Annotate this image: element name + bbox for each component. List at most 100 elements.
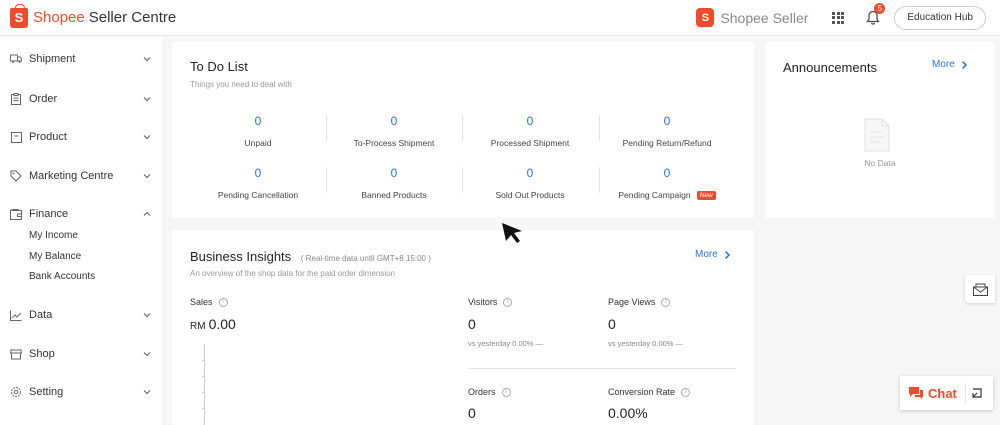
todo-count: 0 bbox=[663, 166, 671, 180]
conversion-rate-value: 0.00% bbox=[608, 405, 648, 421]
conversion-rate-label: Conversion Rate i bbox=[608, 387, 691, 397]
insights-subtitle: ( Real-time data until GMT+8 15:00 ) bbox=[300, 254, 431, 263]
orders-label: Orders i bbox=[468, 387, 511, 397]
todo-title: To Do List bbox=[190, 59, 248, 74]
info-icon[interactable]: i bbox=[681, 387, 691, 397]
page-views-comparison: vs yesterday 0.00% — bbox=[608, 339, 684, 348]
todo-label: Processed Shipment bbox=[490, 138, 570, 148]
sidebar-item-setting[interactable]: Setting bbox=[10, 382, 152, 402]
sidebar-item-marketing-centre[interactable]: Marketing Centre bbox=[10, 166, 152, 186]
message-inbox-button[interactable] bbox=[965, 275, 995, 303]
business-insights-card: Business Insights ( Real-time data until… bbox=[172, 230, 754, 425]
page-views-value: 0 bbox=[608, 316, 616, 332]
empty-document-icon bbox=[864, 118, 890, 152]
sidebar-item-label: Setting bbox=[29, 386, 64, 398]
todo-item-to-process-shipment[interactable]: 0 To-Process Shipment bbox=[326, 114, 462, 148]
no-data-text: No Data bbox=[864, 158, 896, 168]
todo-count: 0 bbox=[390, 114, 398, 128]
sidebar-item-label: Data bbox=[29, 309, 53, 321]
wallet-icon bbox=[10, 208, 22, 220]
mouse-cursor-icon bbox=[502, 223, 522, 243]
divider bbox=[468, 368, 736, 369]
sales-label: Sales i bbox=[190, 297, 228, 307]
visitors-comparison: vs yesterday 0.00% — bbox=[468, 339, 544, 348]
info-icon[interactable]: i bbox=[218, 297, 228, 307]
visitors-value: 0 bbox=[468, 316, 476, 332]
announcements-card: Announcements More No Data bbox=[765, 42, 995, 218]
gear-icon bbox=[10, 386, 22, 398]
sidebar-item-label: Product bbox=[29, 131, 67, 143]
sidebar-item-data[interactable]: Data bbox=[10, 305, 152, 325]
todo-list-card: To Do List Things you need to deal with … bbox=[172, 42, 754, 218]
todo-item-unpaid[interactable]: 0 Unpaid bbox=[190, 114, 326, 148]
shopee-seller-logo[interactable]: S Shopee Seller bbox=[696, 8, 808, 27]
chart-tick bbox=[202, 360, 205, 361]
chevron-right-icon bbox=[961, 60, 967, 69]
todo-item-processed-shipment[interactable]: 0 Processed Shipment bbox=[462, 114, 598, 148]
apps-grid-icon[interactable] bbox=[832, 11, 845, 24]
notification-badge: 5 bbox=[874, 2, 886, 14]
visitors-label: Visitors i bbox=[468, 297, 513, 307]
sidebar-subitem-my-income[interactable]: My Income bbox=[29, 230, 78, 241]
todo-count: 0 bbox=[390, 166, 398, 180]
mail-icon bbox=[972, 283, 988, 296]
chart-tick bbox=[202, 392, 205, 393]
sidebar-item-label: Finance bbox=[29, 208, 69, 220]
shopee-bag-icon: S bbox=[10, 3, 28, 28]
todo-item-pending-return-refund[interactable]: 0 Pending Return/Refund bbox=[599, 114, 735, 148]
announcements-title: Announcements bbox=[783, 60, 877, 75]
brand-name: Shopee bbox=[33, 9, 85, 26]
education-hub-button[interactable]: Education Hub bbox=[894, 5, 986, 30]
insights-more-link[interactable]: More bbox=[695, 249, 731, 260]
sidebar-subitem-my-balance[interactable]: My Balance bbox=[29, 251, 81, 262]
minimize-icon[interactable] bbox=[972, 388, 982, 398]
todo-item-pending-campaign[interactable]: 0 Pending Campaign New bbox=[599, 166, 735, 200]
chat-widget[interactable]: Chat bbox=[900, 376, 993, 410]
todo-label: Banned Products bbox=[361, 190, 427, 200]
todo-label: Sold Out Products bbox=[495, 190, 565, 200]
sidebar-item-label: Order bbox=[29, 93, 58, 105]
chevron-down-icon bbox=[143, 174, 151, 179]
sidebar-subitem-bank-accounts[interactable]: Bank Accounts bbox=[29, 271, 95, 282]
sidebar-item-label: Marketing Centre bbox=[29, 170, 114, 182]
todo-item-banned-products[interactable]: 0 Banned Products bbox=[326, 166, 462, 200]
announcements-more-link[interactable]: More bbox=[932, 59, 968, 70]
sidebar-item-order[interactable]: Order bbox=[10, 89, 152, 109]
todo-count: 0 bbox=[663, 114, 671, 128]
more-label: More bbox=[695, 249, 718, 260]
todo-item-sold-out-products[interactable]: 0 Sold Out Products bbox=[462, 166, 598, 200]
todo-label: Pending Return/Refund bbox=[622, 138, 712, 148]
clipboard-icon bbox=[10, 93, 22, 105]
chart-tick bbox=[202, 408, 205, 409]
info-icon[interactable]: i bbox=[501, 387, 511, 397]
currency-label: RM bbox=[190, 321, 206, 332]
brand-logo[interactable]: S Shopee Seller Centre bbox=[10, 3, 177, 28]
orders-value: 0 bbox=[468, 405, 476, 421]
todo-count: 0 bbox=[254, 166, 262, 180]
sidebar-item-shop[interactable]: Shop bbox=[10, 344, 152, 364]
chevron-down-icon bbox=[143, 57, 151, 62]
todo-count: 0 bbox=[254, 114, 262, 128]
shopee-seller-text: Shopee Seller bbox=[720, 9, 809, 26]
todo-item-pending-cancellation[interactable]: 0 Pending Cancellation bbox=[190, 166, 326, 200]
sidebar-item-finance[interactable]: Finance bbox=[10, 204, 152, 224]
todo-label: Unpaid bbox=[244, 138, 272, 148]
chat-bubble-icon bbox=[909, 387, 923, 399]
info-icon[interactable]: i bbox=[503, 297, 513, 307]
sidebar-item-shipment[interactable]: Shipment bbox=[10, 49, 152, 69]
chevron-right-icon bbox=[724, 250, 730, 259]
new-badge: New bbox=[696, 191, 716, 200]
todo-label: Pending Cancellation bbox=[217, 190, 299, 200]
sidebar-item-product[interactable]: Product bbox=[10, 127, 152, 147]
todo-count: 0 bbox=[526, 166, 534, 180]
chevron-up-icon bbox=[143, 211, 151, 216]
notification-bell-icon[interactable]: 5 bbox=[866, 2, 886, 26]
info-icon[interactable]: i bbox=[661, 297, 671, 307]
todo-count: 0 bbox=[526, 114, 534, 128]
chevron-down-icon bbox=[143, 352, 151, 357]
page-views-label: Page Views i bbox=[608, 297, 671, 307]
chevron-down-icon bbox=[143, 135, 151, 140]
sidebar: Shipment Order Product Marketing Centre … bbox=[0, 37, 162, 425]
brand-subtitle: Seller Centre bbox=[88, 9, 177, 26]
chart-tick bbox=[202, 376, 205, 377]
